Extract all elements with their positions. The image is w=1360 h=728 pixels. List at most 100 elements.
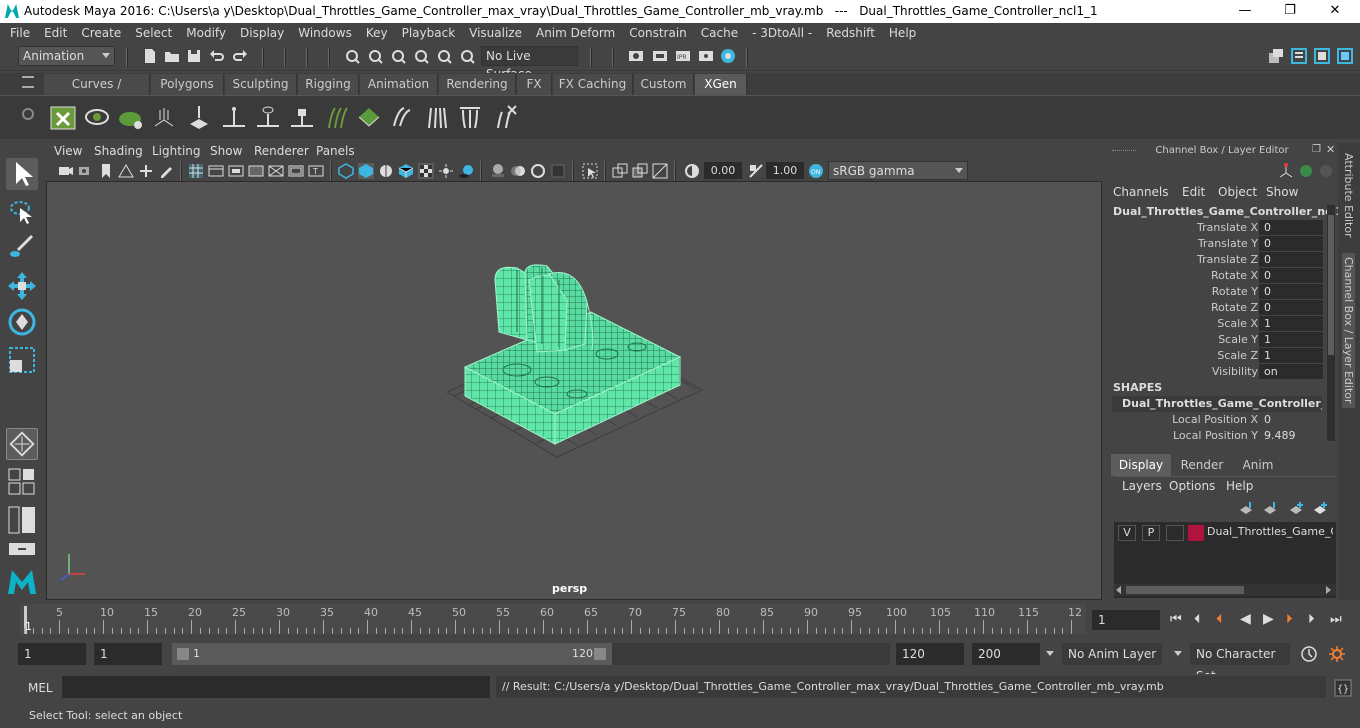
new-empty-layer-icon[interactable]	[1288, 500, 1304, 516]
layer-horizontal-scrollbar[interactable]	[1114, 584, 1336, 596]
layer-row[interactable]: V P Dual_Throttles_Game_Co	[1114, 522, 1336, 544]
tab-render[interactable]: Render	[1174, 454, 1230, 476]
live-surface-field[interactable]: No Live Surface	[481, 46, 578, 81]
snap-grid-icon[interactable]	[344, 48, 360, 64]
shadows-icon[interactable]	[458, 163, 474, 179]
render-view-icon[interactable]	[698, 48, 714, 64]
use-all-lights-icon[interactable]	[438, 163, 454, 179]
toggle-channel-box-icon[interactable]	[1337, 48, 1353, 64]
scrollbar-thumb[interactable]	[1328, 215, 1334, 355]
attr-scale-z[interactable]: Scale Z1	[1106, 348, 1332, 364]
snap-curve-icon[interactable]	[367, 48, 383, 64]
outliner-layout-button[interactable]	[8, 506, 36, 534]
viewport-persp[interactable]: persp	[46, 181, 1102, 600]
move-layer-up-icon[interactable]	[1238, 500, 1254, 516]
xgen-editor-icon[interactable]	[50, 104, 76, 130]
cb-menu-channels[interactable]: Channels	[1113, 185, 1169, 199]
menu-playback[interactable]: Playback	[402, 26, 456, 40]
toggle-attribute-editor-icon[interactable]	[1314, 48, 1330, 64]
go-to-end-button[interactable]: ⏭	[1330, 612, 1342, 627]
save-scene-icon[interactable]	[186, 48, 202, 64]
gamma-icon[interactable]	[748, 163, 764, 179]
hyper-icon[interactable]	[1318, 163, 1334, 179]
playback-start-field[interactable]: 1	[94, 643, 162, 665]
float-panel-icon[interactable]: ❐	[1312, 144, 1321, 155]
layer-playback-toggle[interactable]: P	[1142, 525, 1160, 541]
tab-rigging[interactable]: Rigging	[298, 74, 359, 95]
exposure-field[interactable]: 0.00	[704, 162, 742, 179]
xgen-place-guides-icon[interactable]	[186, 104, 212, 130]
snap-view-plane-icon[interactable]	[413, 48, 429, 64]
new-scene-icon[interactable]	[142, 48, 158, 64]
screen-space-ao-icon[interactable]	[490, 163, 506, 179]
gamma-field[interactable]: 1.00	[766, 162, 804, 179]
scroll-right-icon[interactable]	[1326, 586, 1331, 594]
playback-end-field[interactable]: 120	[896, 643, 964, 665]
tab-curves-surfaces[interactable]: Curves / Surfaces	[44, 74, 150, 112]
tab-rendering[interactable]: Rendering	[439, 74, 516, 95]
attr-scale-x[interactable]: Scale X1	[1106, 316, 1332, 332]
panel-menu-lighting[interactable]: Lighting	[152, 144, 201, 158]
grid-icon[interactable]	[188, 163, 204, 179]
attr-visibility[interactable]: Visibility on	[1106, 364, 1332, 380]
menu-display[interactable]: Display	[240, 26, 284, 40]
attr-scale-y[interactable]: Scale Y1	[1106, 332, 1332, 348]
menu-key[interactable]: Key	[366, 26, 388, 40]
tab-attribute-editor[interactable]: Attribute Editor	[1342, 153, 1355, 238]
xray-icon[interactable]	[612, 163, 628, 179]
grease-pencil-icon[interactable]	[158, 163, 174, 179]
menu-modify[interactable]: Modify	[186, 26, 226, 40]
cb-menu-object[interactable]: Object	[1218, 185, 1257, 199]
tab-channel-box-layer-editor[interactable]: Channel Box / Layer Editor	[1342, 253, 1355, 408]
open-scene-icon[interactable]	[164, 48, 180, 64]
close-button[interactable]: ✕	[1312, 0, 1358, 23]
menu-help[interactable]: Help	[889, 26, 916, 40]
view-transform-dropdown[interactable]: sRGB gamma	[828, 161, 968, 180]
xgen-bake-groom-icon[interactable]	[457, 104, 483, 130]
step-forward-frame-button[interactable]: ⏵	[1308, 612, 1315, 627]
render-settings-icon[interactable]	[628, 48, 644, 64]
menu-3dtoall[interactable]: - 3DtoAll -	[752, 26, 812, 40]
xray-active-components-icon[interactable]	[632, 163, 648, 179]
xgen-guides-to-curves-icon[interactable]	[323, 104, 349, 130]
snap-vertex-icon[interactable]	[459, 48, 475, 64]
attr-translate-y[interactable]: Translate Y0	[1106, 236, 1332, 252]
menu-cache[interactable]: Cache	[701, 26, 738, 40]
maximize-button[interactable]: ❐	[1267, 0, 1313, 23]
workspace-icon[interactable]	[1268, 48, 1284, 64]
safe-title-icon[interactable]: T	[308, 163, 324, 179]
scrollbar-thumb[interactable]	[1126, 586, 1244, 594]
attr-translate-z[interactable]: Translate Z0	[1106, 252, 1332, 268]
script-editor-icon[interactable]: {}	[1334, 679, 1352, 697]
cb-menu-show[interactable]: Show	[1266, 185, 1298, 199]
play-forwards-button[interactable]: ▶	[1263, 611, 1274, 627]
depth-of-field-icon[interactable]	[550, 163, 566, 179]
panel-menu-view[interactable]: View	[54, 144, 82, 158]
xgen-delete-icon[interactable]	[492, 104, 518, 130]
select-tool-button[interactable]	[6, 158, 38, 190]
attr-rotate-y[interactable]: Rotate Y0	[1106, 284, 1332, 300]
rotate-tool-button[interactable]	[6, 306, 38, 338]
motion-blur-icon[interactable]	[510, 163, 526, 179]
panel-menu-show[interactable]: Show	[210, 144, 242, 158]
attr-rotate-x[interactable]: Rotate X0	[1106, 268, 1332, 284]
menu-anim-deform[interactable]: Anim Deform	[536, 26, 615, 40]
time-ruler[interactable]: 1 5 10 15 20 25 30 35 40 45 50 55 60 65 70 75 80 85 90 95 1…	[20, 604, 1086, 634]
gate-mask-icon[interactable]	[248, 163, 264, 179]
snap-point-icon[interactable]	[390, 48, 406, 64]
xgen-sculpt-guides-icon[interactable]	[255, 104, 281, 130]
anim-layer-field[interactable]: No Anim Layer	[1062, 643, 1162, 665]
command-input[interactable]	[62, 676, 490, 698]
chevron-down-icon[interactable]	[1046, 651, 1054, 656]
character-set-field[interactable]: No Character Set	[1190, 643, 1290, 683]
layer-menu-options[interactable]: Options	[1169, 479, 1215, 493]
2d-pan-zoom-icon[interactable]	[138, 163, 154, 179]
tab-polygons[interactable]: Polygons	[151, 74, 224, 95]
camera-icon[interactable]	[58, 163, 74, 179]
hypershade-icon[interactable]	[720, 48, 736, 64]
animation-preferences-icon[interactable]	[1328, 645, 1346, 663]
tab-custom[interactable]: Custom	[634, 74, 694, 95]
manipulator-icon[interactable]	[1278, 163, 1294, 179]
layout-toggle-button[interactable]	[8, 542, 36, 556]
menu-windows[interactable]: Windows	[298, 26, 352, 40]
